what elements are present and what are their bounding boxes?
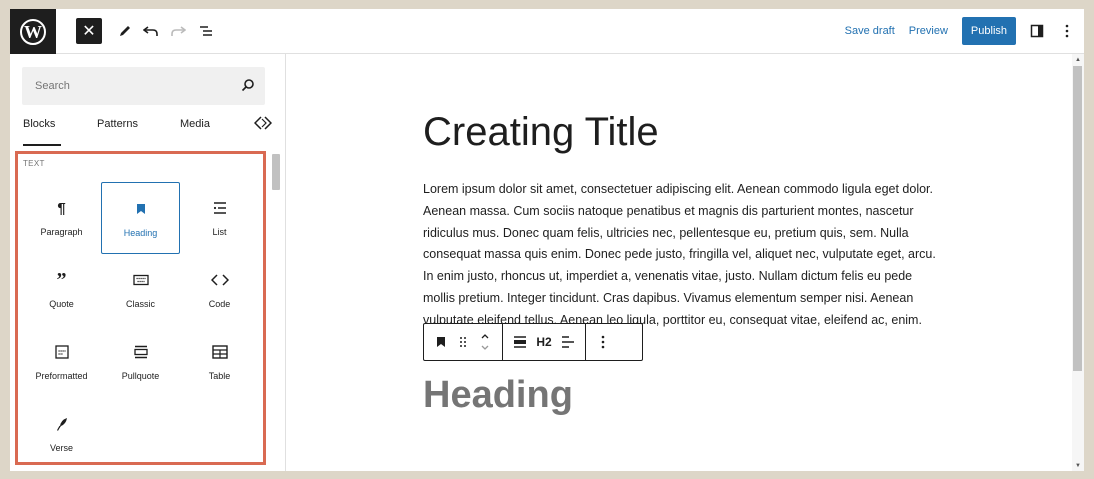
block-code[interactable]: Code: [180, 254, 259, 326]
redo-button[interactable]: [165, 18, 191, 44]
post-title[interactable]: Creating Title: [423, 110, 659, 155]
editor-window: W ✕ Save draft Preview Publish Search Bl…: [10, 9, 1084, 471]
wordpress-logo-mark: W: [20, 18, 46, 45]
list-view-button[interactable]: [193, 18, 219, 44]
pencil-icon: [120, 26, 130, 36]
more-options-icon: [601, 335, 605, 349]
block-paragraph[interactable]: ¶ Paragraph: [22, 182, 101, 254]
block-type-button[interactable]: [430, 327, 452, 357]
move-up-down-button[interactable]: [474, 327, 496, 357]
block-inserter-panel: Blocks Patterns Media TEXT ¶ Paragraph H…: [10, 54, 286, 471]
editor-canvas: Creating Title Lorem ipsum dolor sit ame…: [286, 54, 1084, 471]
options-group: [586, 324, 620, 360]
sidebar-toggle-icon: [1030, 24, 1044, 38]
save-draft-button[interactable]: Save draft: [845, 25, 895, 37]
align-icon: [514, 336, 526, 348]
wordpress-logo[interactable]: W: [10, 9, 56, 54]
block-label: Preformatted: [35, 371, 88, 381]
block-search: [22, 67, 265, 105]
pullquote-icon: [133, 345, 148, 359]
block-options-button[interactable]: [592, 327, 614, 357]
drag-handle[interactable]: [452, 327, 474, 357]
paragraph-block[interactable]: Lorem ipsum dolor sit amet, consectetuer…: [423, 179, 938, 332]
sidebar-scrollbar[interactable]: [272, 154, 280, 190]
format-group: H2: [503, 324, 586, 360]
block-label: Table: [208, 371, 231, 381]
feather-icon: [56, 418, 67, 431]
block-label: List: [212, 227, 227, 237]
block-label: Pullquote: [121, 371, 160, 381]
list-view-icon: [200, 26, 212, 36]
close-inserter-button[interactable]: ✕: [76, 18, 102, 44]
canvas-scrollbar-thumb[interactable]: [1073, 66, 1082, 371]
block-quote[interactable]: ” Quote: [22, 254, 101, 326]
block-label: Verse: [49, 443, 73, 453]
block-label: Heading: [123, 228, 158, 238]
block-pullquote[interactable]: Pullquote: [101, 326, 180, 398]
table-icon: [211, 345, 228, 359]
quote-icon: ”: [56, 269, 67, 291]
block-label: Code: [208, 299, 231, 309]
more-options-icon: [1065, 24, 1069, 38]
top-toolbar: W ✕ Save draft Preview Publish: [10, 9, 1084, 54]
preview-button[interactable]: Preview: [909, 25, 948, 37]
keyboard-icon: [132, 274, 149, 286]
settings-sidebar-button[interactable]: [1024, 17, 1050, 45]
options-button[interactable]: [1054, 17, 1080, 45]
block-list[interactable]: List: [180, 182, 259, 254]
tab-media[interactable]: Media: [180, 114, 210, 146]
chevron-up-down-icon: [481, 334, 489, 350]
list-icon: [213, 202, 226, 214]
block-type-group: [424, 324, 503, 360]
block-preformatted[interactable]: Preformatted: [22, 326, 101, 398]
inserter-tabs: Blocks Patterns Media: [10, 114, 286, 146]
block-classic[interactable]: Classic: [101, 254, 180, 326]
bookmark-icon: [437, 337, 445, 347]
top-right-actions: Save draft Preview Publish: [845, 16, 1084, 46]
tab-reusable[interactable]: [253, 116, 274, 148]
tab-blocks[interactable]: Blocks: [23, 114, 61, 146]
block-label: Quote: [49, 299, 74, 309]
scroll-up-arrow-icon[interactable]: ▲: [1075, 57, 1081, 63]
preformatted-icon: [54, 345, 69, 359]
block-label: Paragraph: [40, 227, 83, 237]
block-table[interactable]: Table: [180, 326, 259, 398]
heading-level-button[interactable]: H2: [531, 327, 557, 357]
scroll-down-arrow-icon[interactable]: ▼: [1075, 463, 1081, 469]
tools-button[interactable]: [112, 18, 138, 44]
block-verse[interactable]: Verse: [22, 398, 101, 470]
block-label: Classic: [125, 299, 155, 309]
search-icon: [241, 79, 254, 92]
tab-patterns[interactable]: Patterns: [97, 114, 138, 146]
align-button[interactable]: [509, 327, 531, 357]
bookmark-icon: [136, 204, 145, 214]
code-icon: [210, 274, 229, 286]
drag-handle-icon: [460, 337, 466, 347]
canvas-scrollbar[interactable]: ▲ ▼: [1072, 54, 1084, 471]
heading-block[interactable]: Heading: [423, 374, 573, 417]
undo-button[interactable]: [138, 18, 164, 44]
block-toolbar: H2: [423, 323, 643, 361]
reusable-blocks-icon: [253, 116, 273, 130]
publish-button[interactable]: Publish: [961, 17, 1016, 45]
block-heading[interactable]: Heading: [101, 182, 180, 254]
close-icon: ✕: [82, 23, 96, 40]
text-align-icon: [562, 336, 574, 348]
search-input[interactable]: [22, 67, 222, 105]
redo-icon: [171, 26, 186, 36]
paragraph-icon: ¶: [57, 199, 66, 217]
text-align-button[interactable]: [557, 327, 579, 357]
category-label: TEXT: [23, 159, 45, 168]
undo-icon: [143, 26, 158, 36]
